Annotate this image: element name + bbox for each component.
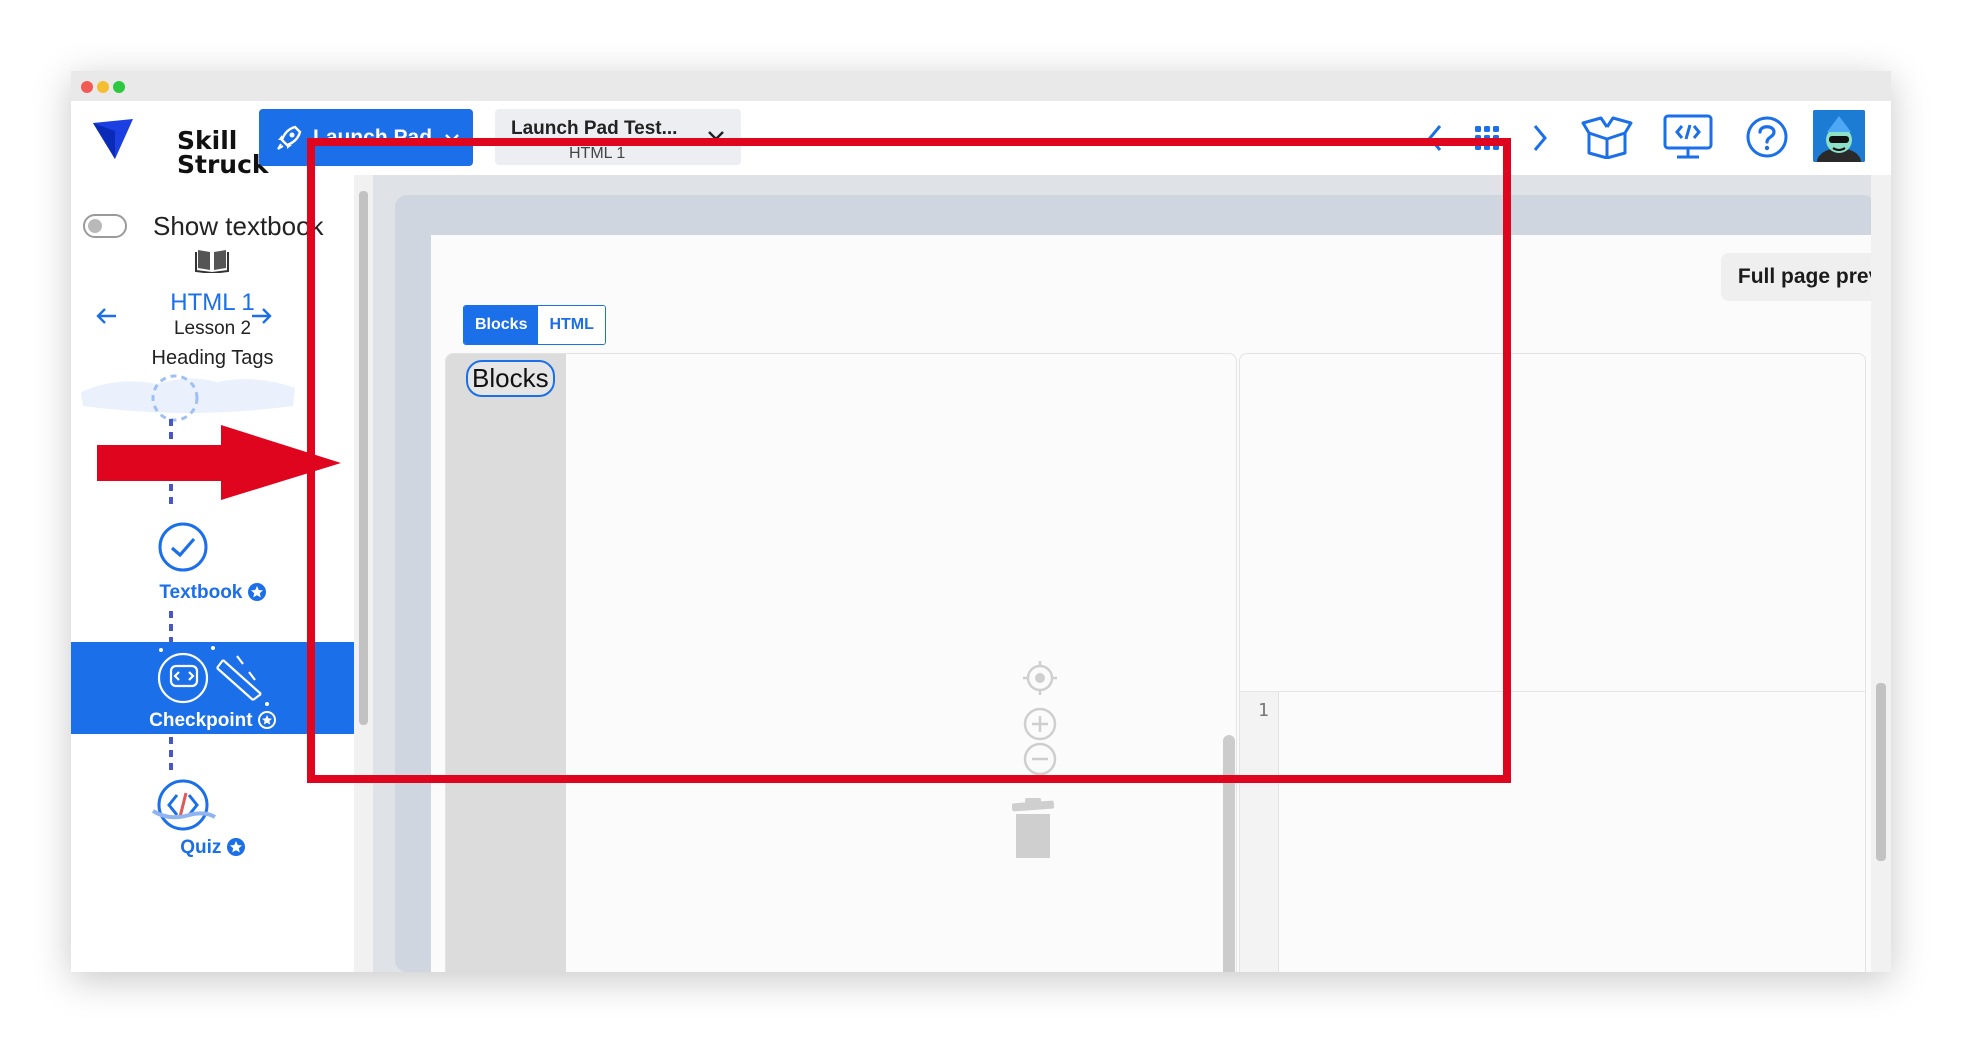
chevron-down-icon [708, 131, 724, 141]
sidebar-scroll-thumb[interactable] [359, 191, 368, 725]
window-titlebar [71, 71, 1891, 101]
skillstruck-logo[interactable]: Skill Struck [91, 111, 269, 177]
star-badge-icon [247, 583, 266, 601]
quiz-icon[interactable] [149, 771, 219, 835]
blocks-workspace[interactable]: Blocks [445, 353, 1237, 972]
textbook-complete-icon[interactable] [157, 521, 209, 573]
tab-html[interactable]: HTML [538, 306, 605, 344]
workspace-area: Full page preview Blocks HTML Blocks [373, 175, 1891, 972]
page-scroll-thumb[interactable] [1876, 683, 1886, 861]
arrow-right-icon[interactable] [249, 304, 273, 328]
chevron-down-icon [445, 133, 459, 143]
zoom-out-icon[interactable] [1022, 741, 1058, 777]
lesson-selector[interactable]: Launch Pad Test... HTML 1 [495, 109, 741, 165]
editor-mode-toggle: Blocks HTML [463, 305, 606, 345]
workspace-frame: Full page preview Blocks HTML Blocks [395, 195, 1891, 972]
user-avatar[interactable] [1813, 110, 1865, 162]
path-connector [169, 737, 173, 773]
lesson-selector-subtitle: HTML 1 [569, 145, 626, 162]
step-textbook-label: Textbook [159, 582, 243, 603]
topic-cloud-highlight [81, 374, 295, 422]
skillstruck-logo-icon [93, 119, 133, 159]
toolbox-category-blocks[interactable]: Blocks [466, 360, 555, 397]
current-topic-label: Heading Tags [151, 347, 274, 369]
lesson-label: Lesson 2 [173, 318, 252, 339]
editor-panel: Full page preview Blocks HTML Blocks [431, 235, 1891, 972]
checkpoint-code-icon [157, 646, 269, 706]
help-icon[interactable] [1745, 115, 1789, 159]
tab-blocks[interactable]: Blocks [464, 306, 539, 344]
step-quiz-label: Quiz [180, 837, 222, 858]
grid-icon[interactable] [1474, 125, 1500, 151]
avatar-character-icon [1813, 110, 1865, 162]
step-quiz[interactable]: Quiz [71, 837, 354, 859]
launch-pad-button[interactable]: Launch Pad [259, 109, 473, 166]
course-title: HTML 1 [170, 289, 255, 316]
brand-name-line2: Struck [177, 150, 269, 179]
app-header: Skill Struck Launch Pad Launch Pad Test.… [71, 101, 1891, 177]
trash-icon[interactable] [1008, 798, 1058, 858]
chevron-right-icon[interactable] [1528, 122, 1552, 154]
line-gutter: 1 [1240, 692, 1279, 972]
code-monitor-icon[interactable] [1663, 114, 1713, 160]
launch-pad-label: Launch Pad [313, 125, 433, 149]
full-page-preview-button[interactable]: Full page preview [1721, 253, 1891, 301]
open-book-icon [195, 250, 229, 273]
browser-window: Skill Struck Launch Pad Launch Pad Test.… [71, 71, 1891, 972]
step-checkpoint-label: Checkpoint [149, 710, 253, 731]
star-badge-icon [226, 838, 245, 856]
show-textbook-label: Show textbook [153, 211, 324, 241]
recenter-icon[interactable] [1022, 660, 1058, 696]
open-box-icon[interactable] [1581, 115, 1633, 159]
code-preview-pane: 1 [1239, 353, 1866, 972]
line-number: 1 [1258, 700, 1269, 721]
step-textbook[interactable]: Textbook [71, 582, 354, 604]
lesson-selector-title: Launch Pad Test... [511, 118, 678, 139]
close-dot[interactable] [81, 81, 93, 93]
show-textbook-toggle[interactable] [83, 214, 127, 238]
zoom-in-icon[interactable] [1022, 706, 1058, 742]
rocket-icon [277, 125, 302, 150]
blocks-toolbox: Blocks [446, 354, 566, 972]
annotation-arrow [97, 425, 341, 500]
star-badge-icon [257, 711, 276, 729]
lesson-sidebar: Show textbook HTML 1 Lesson 2 Heading Ta… [71, 175, 354, 972]
step-checkpoint[interactable]: Checkpoint [71, 642, 354, 734]
html-code-editor[interactable]: 1 [1240, 691, 1865, 972]
maximize-dot[interactable] [113, 81, 125, 93]
chevron-left-icon[interactable] [1423, 122, 1447, 154]
minimize-dot[interactable] [97, 81, 109, 93]
workspace-scrollbar[interactable] [1223, 735, 1235, 972]
